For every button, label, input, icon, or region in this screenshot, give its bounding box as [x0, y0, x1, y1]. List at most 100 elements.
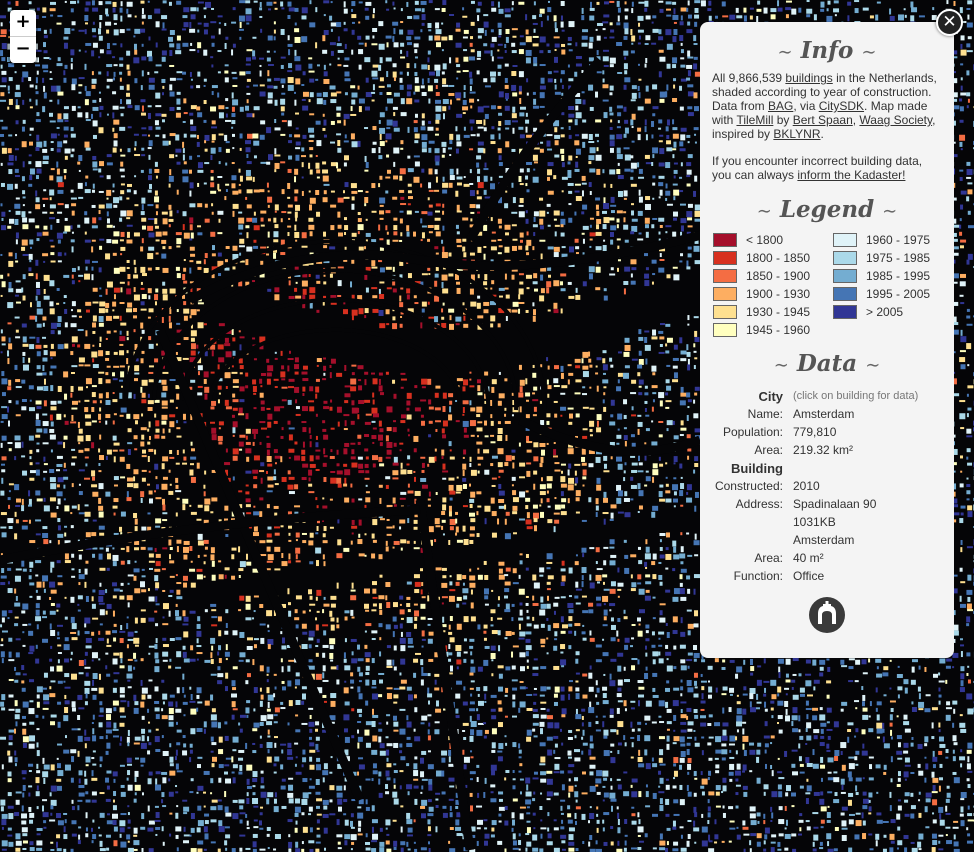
- building-block[interactable]: [85, 112, 89, 119]
- building-block[interactable]: [126, 183, 132, 187]
- building-block[interactable]: [630, 155, 634, 159]
- building-block[interactable]: [407, 183, 412, 187]
- building-block[interactable]: [77, 106, 81, 109]
- building-block[interactable]: [533, 1, 536, 6]
- building-block[interactable]: [126, 50, 131, 56]
- building-block[interactable]: [554, 91, 561, 95]
- building-block[interactable]: [603, 64, 609, 67]
- building-block[interactable]: [490, 43, 495, 48]
- building-block[interactable]: [134, 49, 138, 55]
- building-block[interactable]: [266, 378, 271, 385]
- building-block[interactable]: [449, 133, 454, 140]
- building-block[interactable]: [42, 421, 49, 427]
- building-block[interactable]: [421, 273, 428, 276]
- building-block[interactable]: [582, 351, 589, 358]
- building-block[interactable]: [561, 92, 564, 96]
- building-block[interactable]: [456, 98, 461, 101]
- building-block[interactable]: [350, 386, 357, 392]
- building-block[interactable]: [183, 280, 188, 284]
- building-block[interactable]: [252, 133, 259, 139]
- building-block[interactable]: [462, 99, 467, 105]
- building-block[interactable]: [644, 119, 647, 126]
- building-block[interactable]: [554, 134, 561, 139]
- building-block[interactable]: [406, 210, 412, 215]
- building-block[interactable]: [239, 252, 242, 256]
- building-block[interactable]: [203, 22, 209, 27]
- building-block[interactable]: [553, 175, 557, 180]
- building-block[interactable]: [693, 127, 699, 131]
- building-block[interactable]: [294, 386, 300, 393]
- building-block[interactable]: [554, 224, 560, 227]
- building-block[interactable]: [190, 7, 197, 12]
- building-block[interactable]: [399, 323, 403, 328]
- building-block[interactable]: [449, 168, 454, 175]
- building-block[interactable]: [294, 211, 298, 218]
- building-block[interactable]: [483, 253, 486, 260]
- building-block[interactable]: [245, 0, 251, 4]
- building-block[interactable]: [624, 127, 629, 134]
- building-block[interactable]: [231, 92, 234, 99]
- building-block[interactable]: [113, 119, 120, 125]
- building-block[interactable]: [168, 428, 171, 433]
- building-block[interactable]: [155, 231, 162, 237]
- building-block[interactable]: [245, 225, 250, 229]
- building-block[interactable]: [63, 169, 67, 174]
- building-block[interactable]: [371, 435, 377, 440]
- building-block[interactable]: [336, 22, 342, 28]
- building-block[interactable]: [99, 175, 104, 178]
- building-block[interactable]: [43, 428, 48, 434]
- building-block[interactable]: [644, 280, 650, 287]
- building-block[interactable]: [280, 350, 283, 356]
- building-block[interactable]: [455, 28, 461, 32]
- building-block[interactable]: [596, 168, 601, 175]
- building-block[interactable]: [490, 246, 497, 251]
- building-block[interactable]: [427, 301, 430, 305]
- building-block[interactable]: [350, 106, 353, 112]
- building-block[interactable]: [28, 435, 34, 441]
- building-block[interactable]: [427, 267, 431, 271]
- building-block[interactable]: [218, 112, 224, 119]
- building-block[interactable]: [400, 414, 406, 419]
- building-block[interactable]: [224, 372, 231, 379]
- building-block[interactable]: [694, 14, 700, 19]
- building-block[interactable]: [575, 246, 580, 250]
- building-block[interactable]: [113, 294, 116, 300]
- building-block[interactable]: [350, 183, 357, 189]
- building-block[interactable]: [624, 344, 631, 351]
- building-block[interactable]: [693, 63, 698, 70]
- building-block[interactable]: [140, 112, 146, 116]
- building-block[interactable]: [483, 43, 488, 47]
- building-block[interactable]: [385, 57, 392, 62]
- building-block[interactable]: [99, 98, 102, 103]
- building-block[interactable]: [532, 105, 539, 109]
- building-block[interactable]: [63, 295, 67, 299]
- building-block[interactable]: [112, 183, 115, 188]
- building-block[interactable]: [693, 365, 696, 370]
- building-block[interactable]: [337, 280, 342, 287]
- building-block[interactable]: [120, 183, 125, 186]
- building-block[interactable]: [665, 162, 671, 169]
- building-block[interactable]: [638, 168, 643, 174]
- building-block[interactable]: [238, 407, 243, 414]
- building-block[interactable]: [315, 155, 318, 158]
- building-block[interactable]: [22, 71, 29, 78]
- building-block[interactable]: [329, 42, 336, 46]
- building-block[interactable]: [421, 120, 425, 126]
- building-block[interactable]: [658, 330, 664, 334]
- building-block[interactable]: [351, 14, 357, 19]
- building-block[interactable]: [294, 231, 300, 238]
- building-block[interactable]: [708, 0, 712, 6]
- building-block[interactable]: [358, 1, 363, 4]
- building-block[interactable]: [112, 190, 115, 193]
- building-block[interactable]: [197, 112, 203, 118]
- building-block[interactable]: [294, 189, 299, 194]
- building-block[interactable]: [448, 84, 455, 87]
- building-block[interactable]: [239, 372, 243, 375]
- building-block[interactable]: [623, 84, 627, 90]
- building-block[interactable]: [197, 71, 201, 77]
- building-block[interactable]: [455, 323, 460, 326]
- building-block[interactable]: [441, 308, 444, 313]
- building-block[interactable]: [659, 56, 666, 62]
- building-block[interactable]: [672, 231, 677, 237]
- building-block[interactable]: [504, 105, 510, 111]
